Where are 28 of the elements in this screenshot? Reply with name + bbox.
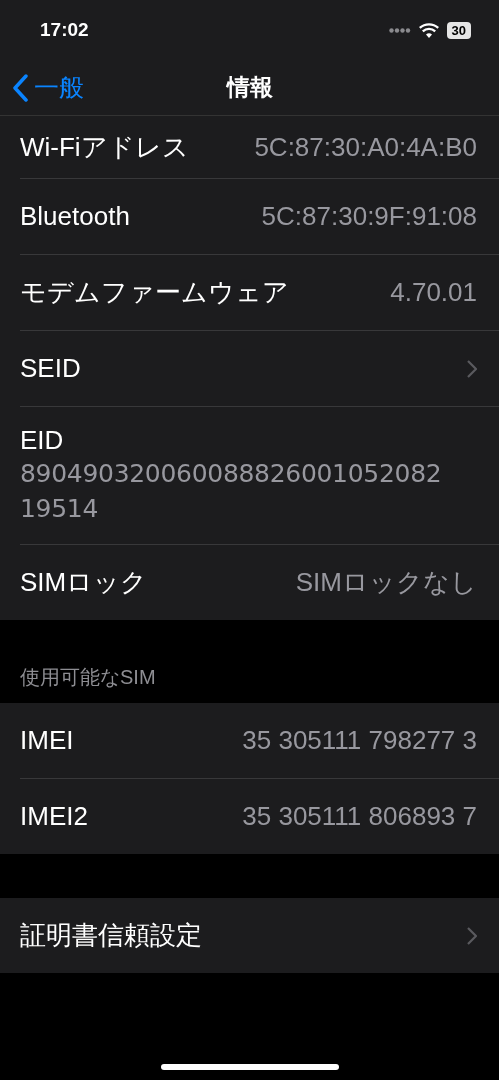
signal-icon — [388, 27, 411, 33]
row-value: 35 305111 806893 7 — [242, 801, 477, 832]
row-value: 5C:87:30:9F:91:08 — [261, 201, 477, 232]
row-label: IMEI — [20, 725, 74, 756]
wifi-icon — [418, 22, 439, 38]
chevron-icon — [467, 359, 477, 378]
row-label: モデムファームウェア — [20, 276, 289, 309]
row-label: SEID — [20, 353, 81, 384]
row-value: 89049032006008882600105208219514 — [20, 458, 443, 525]
status-time: 17:02 — [40, 19, 89, 41]
battery-level: 30 — [446, 21, 471, 39]
row-value: 4.70.01 — [390, 277, 477, 308]
section-header: 使用可能なSIM — [19, 665, 157, 690]
row-value: SIMロックなし — [295, 566, 477, 599]
list-row[interactable]: 証明書信頼設定 — [20, 898, 499, 973]
page-title: 情報 — [226, 73, 273, 102]
row-value: 5C:87:30:A0:4A:B0 — [254, 131, 477, 163]
row-label: Wi-Fiアドレス — [20, 130, 189, 164]
row-label: 証明書信頼設定 — [20, 919, 202, 952]
chevron-icon — [467, 926, 477, 945]
list-row[interactable]: SEID — [20, 331, 499, 407]
row-label: Bluetooth — [20, 201, 130, 232]
row-label: EID — [20, 425, 65, 456]
row-label: IMEI2 — [20, 801, 88, 832]
row-label: SIMロック — [20, 566, 148, 599]
back-chevron-icon — [12, 73, 28, 102]
back-button[interactable]: 一般 — [12, 71, 84, 104]
row-value: 35 305111 798277 3 — [242, 725, 477, 756]
